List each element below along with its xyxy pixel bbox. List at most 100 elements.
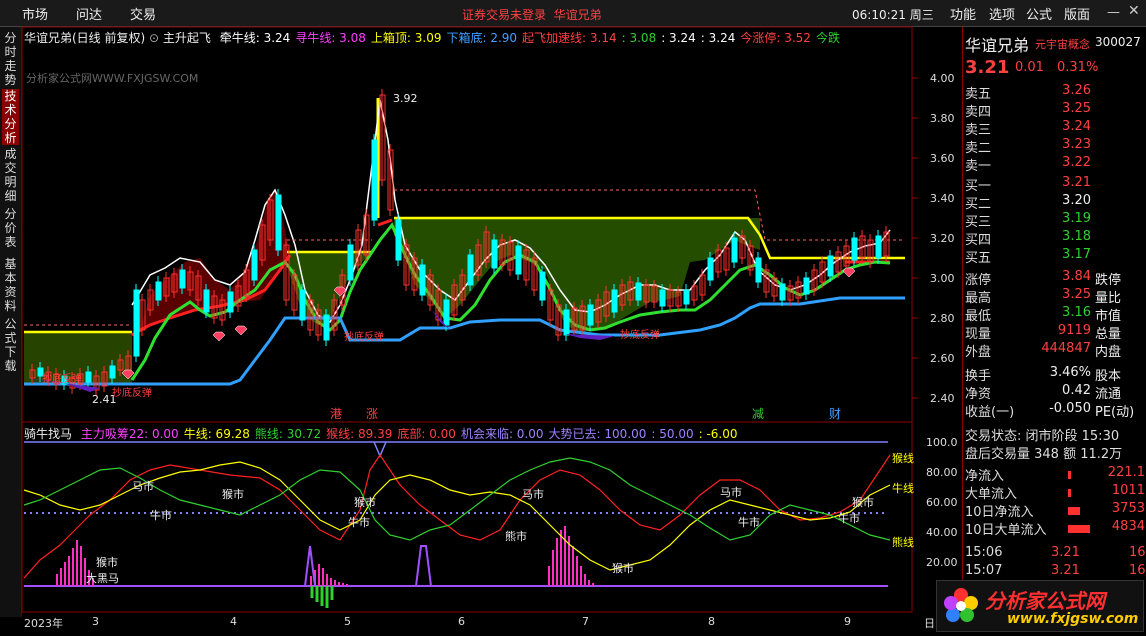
quote-label: 大单流入 <box>965 487 1018 502</box>
flow-bar <box>1068 471 1071 479</box>
quote-label: 卖三 <box>965 123 992 138</box>
period-day-button[interactable]: 日 <box>924 615 935 631</box>
formula-name[interactable]: 主升起飞 <box>163 31 211 45</box>
quote-label: 10日大单流入 <box>965 523 1047 538</box>
market-label: 猴市 <box>852 495 874 509</box>
accumulation-bar <box>72 548 74 586</box>
market-label: 猴市 <box>612 561 634 575</box>
candle <box>467 254 474 286</box>
quote-row: 卖四 3.25 <box>965 101 1145 120</box>
x-tick: 6 <box>458 615 465 628</box>
quote-label: 净资 <box>965 387 992 402</box>
candle <box>419 264 426 296</box>
indicator-name[interactable]: 骑牛找马 <box>24 427 72 441</box>
market-label: 马市 <box>720 485 742 499</box>
candle <box>275 194 282 251</box>
accumulation-bar <box>80 546 82 586</box>
accumulation-bar <box>576 556 578 586</box>
quote-value: 1011 <box>1111 483 1145 498</box>
quote-row: 外盘 444847 内盘 <box>965 341 1145 360</box>
chart-line-value: : 3.24 <box>661 31 696 45</box>
x-tick: 9 <box>844 615 851 628</box>
indicator-line-value: 机会来临: 0.00 <box>460 427 544 441</box>
x-tick: 4 <box>230 615 237 628</box>
indicator-line-value: 底部: 0.00 <box>397 427 456 441</box>
logo-url: www.fxjgsw.com <box>1007 611 1139 627</box>
candle <box>635 282 642 301</box>
chart-line-value: 下箱底: 2.90 <box>446 31 518 45</box>
x-axis: 2023年 3 4 5 6 7 8 9 日 <box>22 613 935 636</box>
quote-label: 买五 <box>965 251 992 266</box>
candle <box>203 289 210 313</box>
candle <box>755 257 762 283</box>
quote-value: 3.19 <box>1062 211 1091 226</box>
market-label: 牛市 <box>150 508 172 522</box>
current-price: 3.21 <box>965 57 1010 78</box>
annotation-bottom-rebound: 抄底反弹 <box>620 328 660 341</box>
quote-row: 大单流入 1011 <box>965 483 1145 502</box>
accumulation-bar <box>560 530 562 586</box>
accumulation-bar <box>56 574 58 586</box>
minimize-icon[interactable]: — <box>1107 5 1120 20</box>
candle <box>85 371 92 383</box>
candle <box>133 289 140 357</box>
bear-line <box>23 457 891 541</box>
chart-line-value: 寻牛线: 3.08 <box>295 31 366 45</box>
after-hours: 盘后交易量 348 额 11.2万 <box>965 447 1123 462</box>
quote-value: 444847 <box>1041 341 1091 356</box>
quote-row: 买一 3.21 <box>965 175 1145 194</box>
candle <box>731 237 738 263</box>
quote-label: 涨停 <box>965 273 992 288</box>
candle <box>347 244 354 281</box>
quote-label: 量比 <box>1095 291 1122 306</box>
kline-chart[interactable]: 分析家公式网WWW.FXJGSW.COM 3.92 2.41 抄底反弹 抄底反弹… <box>0 0 962 636</box>
quote-value: 9119 <box>1057 323 1091 338</box>
event-mark[interactable]: 财 <box>829 407 841 421</box>
market-label: 牛市 <box>738 515 760 529</box>
tick-price: 3.21 <box>1051 545 1080 560</box>
event-mark[interactable]: 港 <box>330 407 342 421</box>
tick-time: 15:07 <box>965 563 1003 578</box>
indicator-tick: 80.00 <box>926 466 958 479</box>
formula-dropdown-icon[interactable]: ⊙ <box>149 31 163 45</box>
price-tick: 3.00 <box>930 272 955 285</box>
candle <box>179 269 186 289</box>
close-icon[interactable]: ✕ <box>1128 3 1140 19</box>
accumulation-bar <box>556 538 558 586</box>
indicator-tick: 100.0 <box>926 436 958 449</box>
site-logo: 分析家公式网 www.fxjgsw.com <box>936 580 1144 632</box>
event-mark[interactable]: 减 <box>752 407 764 421</box>
market-label: 熊市 <box>505 529 527 543</box>
quote-row: 买四 3.18 <box>965 229 1145 248</box>
quote-label: 卖二 <box>965 141 992 156</box>
candle <box>227 291 234 313</box>
chart-line-value: 牵牛线: 3.24 <box>219 31 291 45</box>
concept-tag[interactable]: 元宇宙概念 <box>1035 36 1090 52</box>
accumulation-bar <box>334 580 336 586</box>
tick-volume: 16 <box>1129 545 1146 560</box>
menu-options[interactable]: 选项 <box>989 4 1015 23</box>
x-tick: 2023年 <box>24 617 63 630</box>
quote-row: 最低 3.16 市值 <box>965 305 1145 324</box>
quote-value: 3.21 <box>1062 175 1091 190</box>
flow-bar <box>1068 507 1080 515</box>
candle <box>707 257 714 281</box>
candle <box>611 289 618 313</box>
accumulation-bar <box>310 576 312 586</box>
candle <box>371 139 378 221</box>
quote-label: 股本 <box>1095 369 1122 384</box>
quote-value: 3.25 <box>1062 101 1091 116</box>
indicator-header: 骑牛找马 主力吸筹22: 0.00 牛线: 69.28 熊线: 30.72 猴线: 8… <box>24 425 738 442</box>
trade-state: 交易状态: 闭市阶段 15:30 <box>965 429 1120 444</box>
price-tick: 3.40 <box>930 192 955 205</box>
tick-row: 15:07 3.21 16 <box>965 563 1146 581</box>
tick-volume: 16 <box>1129 563 1146 578</box>
event-mark[interactable]: 涨 <box>366 406 378 421</box>
candle <box>109 365 116 379</box>
menu-layout[interactable]: 版面 <box>1064 4 1090 23</box>
price-tick: 3.80 <box>930 112 955 125</box>
stock-period-label[interactable]: 华谊兄弟(日线 前复权) <box>24 31 145 45</box>
candle <box>587 304 594 326</box>
menu-formula[interactable]: 公式 <box>1026 4 1052 23</box>
quote-row: 涨停 3.84 跌停 <box>965 269 1145 288</box>
